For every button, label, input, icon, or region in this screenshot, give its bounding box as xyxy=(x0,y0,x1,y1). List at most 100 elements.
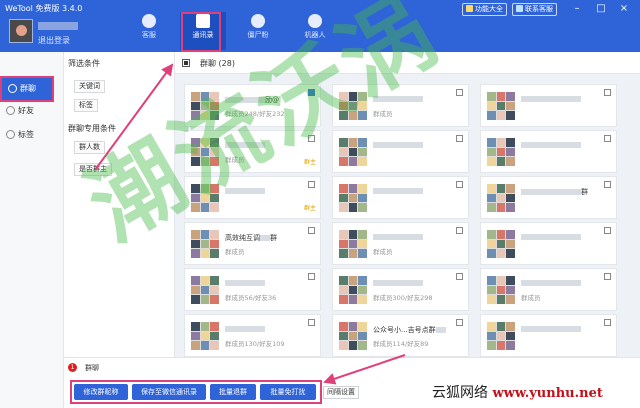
group-name: 群 xyxy=(521,187,588,197)
group-checkbox[interactable] xyxy=(308,227,315,234)
group-checkbox[interactable] xyxy=(456,319,463,326)
close-icon[interactable]: × xyxy=(618,3,630,15)
group-card[interactable]: 群成员300/好友298 xyxy=(332,268,469,311)
nav-tab-service[interactable]: 客服 xyxy=(126,12,172,50)
nav-tab-robot[interactable]: 机器人 xyxy=(292,12,338,50)
tag-filter[interactable]: 标签 xyxy=(74,99,98,112)
group-card[interactable]: 群成员56/好友36 xyxy=(184,268,321,311)
nav-tab-label: 机器人 xyxy=(304,31,326,39)
member-count-filter[interactable]: 群人数 xyxy=(74,141,105,154)
app-title: WeTool 免费版 3.4.0 xyxy=(5,4,83,13)
filter-title: 筛选条件 xyxy=(68,59,100,68)
group-card[interactable] xyxy=(332,176,469,219)
minimize-icon[interactable]: – xyxy=(571,3,583,15)
group-avatar-mosaic xyxy=(191,230,219,258)
redacted-text xyxy=(225,326,265,332)
group-member-count: 群成员56/好友36 xyxy=(225,294,277,302)
group-card[interactable] xyxy=(480,130,617,173)
group-card[interactable]: 群 xyxy=(480,176,617,219)
group-card[interactable]: 群成员 xyxy=(332,84,469,127)
gift-icon xyxy=(466,5,473,12)
rename-group-button[interactable]: 修改群昵称 xyxy=(74,384,128,400)
group-name xyxy=(521,279,581,287)
keyword-filter[interactable]: 关键词 xyxy=(74,80,105,93)
group-card[interactable]: 群成员 xyxy=(480,268,617,311)
redacted-text xyxy=(225,280,265,286)
group-checkbox[interactable] xyxy=(456,89,463,96)
sidebar-item-friends[interactable]: 好友 xyxy=(0,100,64,122)
group-checkbox[interactable] xyxy=(456,227,463,234)
owner-filter[interactable]: 是否群主 xyxy=(74,163,112,176)
select-all-checkbox[interactable] xyxy=(182,59,190,67)
batch-quit-button[interactable]: 批量退群 xyxy=(210,384,256,400)
redacted-text xyxy=(521,326,581,332)
group-icon xyxy=(8,84,17,93)
group-list-panel: 群聊 (28) 励@ 群成员248/好友232 群成员 群成员 群主 群主群高效纯互调群群… xyxy=(175,52,640,357)
support-button[interactable]: 联系客服 xyxy=(512,3,557,16)
group-checkbox[interactable] xyxy=(308,319,315,326)
group-card[interactable] xyxy=(480,314,617,357)
group-avatar-mosaic xyxy=(339,92,367,120)
redacted-text xyxy=(521,189,581,195)
sidebar-item-groups[interactable]: 群聊 xyxy=(0,76,54,102)
group-avatar-mosaic xyxy=(191,138,219,166)
interval-settings-button[interactable]: 间隔设置 xyxy=(323,386,359,399)
group-name: 公众号小...吉号点群 xyxy=(373,325,446,335)
group-member-count: 群成员 xyxy=(225,156,245,164)
group-count: 群聊 (28) xyxy=(200,59,235,68)
group-checkbox[interactable] xyxy=(604,273,611,280)
group-avatar-mosaic xyxy=(191,184,219,212)
group-avatar-mosaic xyxy=(191,92,219,120)
group-checkbox[interactable] xyxy=(604,319,611,326)
group-avatar-mosaic xyxy=(339,138,367,166)
tag-icon xyxy=(6,130,15,139)
group-card[interactable]: 公众号小...吉号点群 群成员114/好友89 xyxy=(332,314,469,357)
nav-tab-label: 客服 xyxy=(142,31,156,39)
robot-icon xyxy=(308,14,322,28)
group-card[interactable] xyxy=(480,222,617,265)
logout-link[interactable]: 退出登录 xyxy=(38,35,70,46)
group-card[interactable]: 群成员 群主 xyxy=(184,130,321,173)
group-member-count: 群成员 xyxy=(521,294,541,302)
group-card[interactable]: 群成员 xyxy=(332,222,469,265)
owner-tag: 群主 xyxy=(303,205,316,212)
group-name xyxy=(521,233,581,241)
group-card[interactable]: 群成员130/好友109 xyxy=(184,314,321,357)
group-checkbox[interactable] xyxy=(308,135,315,142)
group-name xyxy=(225,279,265,287)
group-card[interactable]: 高效纯互调群群成员 xyxy=(184,222,321,265)
redacted-text xyxy=(373,142,423,148)
group-checkbox[interactable] xyxy=(308,181,315,188)
group-checkbox[interactable] xyxy=(604,181,611,188)
group-name xyxy=(225,141,265,149)
group-checkbox[interactable] xyxy=(604,227,611,234)
selected-label: 群聊 xyxy=(85,364,99,372)
avatar[interactable] xyxy=(9,19,33,43)
group-checkbox[interactable] xyxy=(308,89,315,96)
group-checkbox[interactable] xyxy=(604,89,611,96)
feature-button[interactable]: 功能大全 xyxy=(462,3,507,16)
group-avatar-mosaic xyxy=(487,322,515,350)
group-name xyxy=(373,187,423,195)
redacted-text xyxy=(521,142,581,148)
group-checkbox[interactable] xyxy=(456,273,463,280)
group-name xyxy=(373,279,423,287)
group-checkbox[interactable] xyxy=(604,135,611,142)
username-redacted xyxy=(38,22,78,30)
group-card[interactable]: 励@ 群成员248/好友232 xyxy=(184,84,321,127)
batch-mute-button[interactable]: 批量免打扰 xyxy=(260,384,316,400)
maximize-icon[interactable]: □ xyxy=(595,3,607,15)
group-checkbox[interactable] xyxy=(308,273,315,280)
save-to-contacts-button[interactable]: 保存至微信通讯录 xyxy=(132,384,206,400)
redacted-text xyxy=(521,96,581,102)
group-checkbox[interactable] xyxy=(456,135,463,142)
group-checkbox[interactable] xyxy=(456,181,463,188)
group-avatar-mosaic xyxy=(487,138,515,166)
group-card[interactable] xyxy=(332,130,469,173)
sidebar-item-tags[interactable]: 标签 xyxy=(0,124,64,146)
group-member-count: 群成员114/好友89 xyxy=(373,340,429,348)
group-card[interactable] xyxy=(480,84,617,127)
nav-tab-zombie[interactable]: 僵尸粉 xyxy=(235,12,281,50)
nav-tab-contacts[interactable]: 通讯录 xyxy=(180,12,226,50)
group-card[interactable]: 群主 xyxy=(184,176,321,219)
